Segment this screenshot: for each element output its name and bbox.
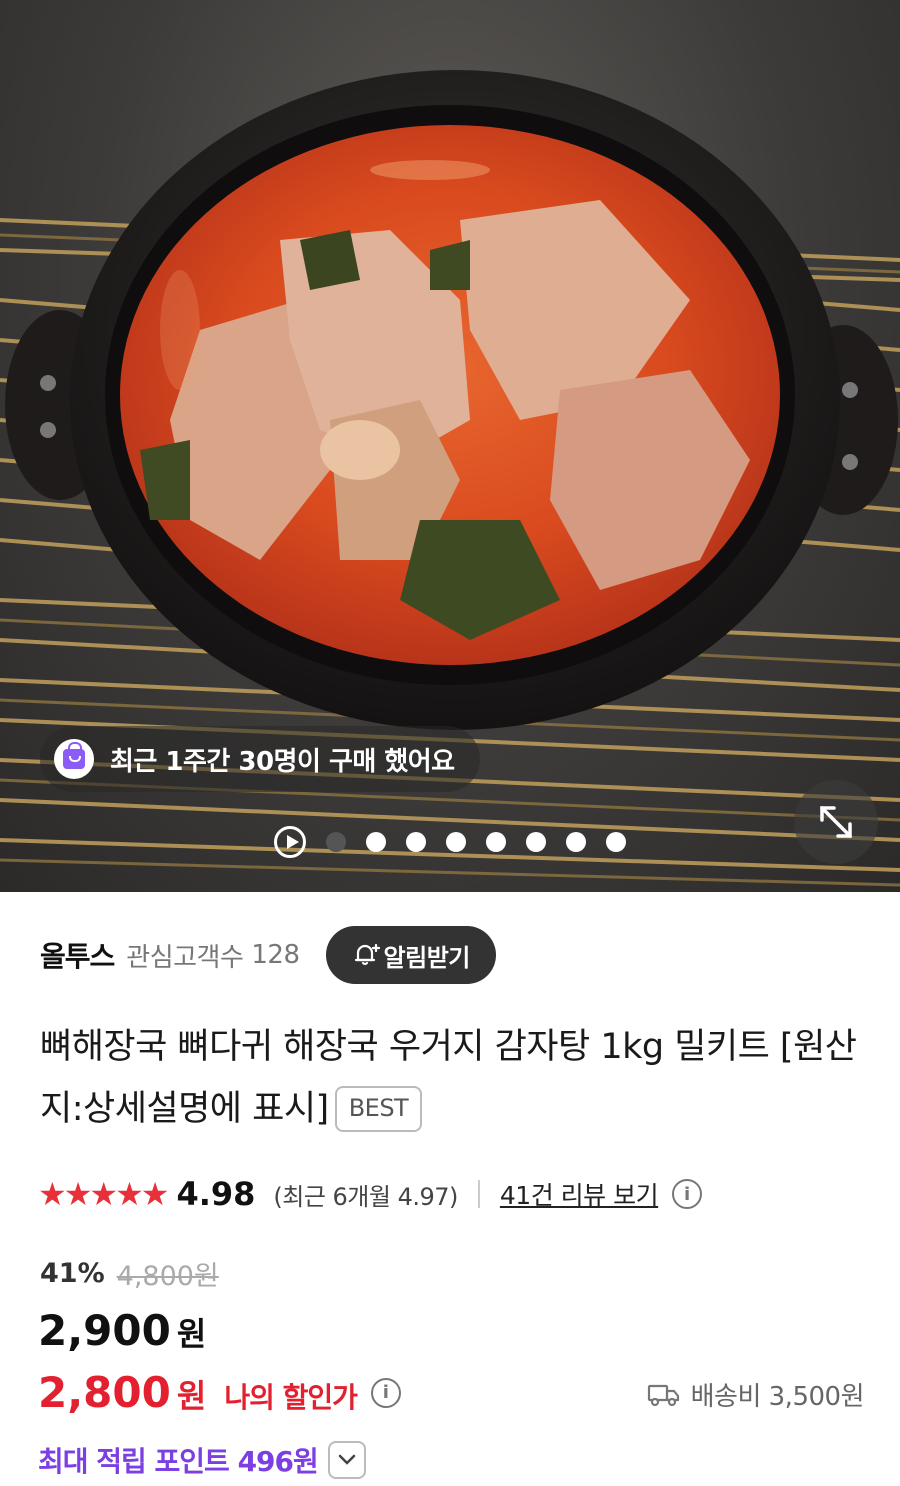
discount-row: 41% 4,800원	[40, 1254, 219, 1293]
divider	[477, 1180, 480, 1208]
rating-score: 4.98	[176, 1175, 256, 1213]
recent-rating: (최근 6개월 4.97)	[273, 1182, 458, 1211]
carousel-dot[interactable]	[566, 832, 586, 852]
sale-price-unit: 원	[176, 1315, 207, 1353]
truck-icon	[647, 1384, 679, 1406]
seller-name[interactable]: 올투스	[40, 935, 115, 975]
info-icon[interactable]: i	[672, 1179, 703, 1209]
followers-count: 128	[251, 940, 300, 970]
carousel-dot[interactable]	[406, 832, 426, 852]
expand-icon	[820, 806, 852, 838]
my-discount-price: 2,800	[38, 1368, 171, 1417]
product-title-text: 뼈해장국 뼈다귀 해장국 우거지 감자탕 1kg 밀키트 [원산지:상세설명에 …	[40, 1027, 857, 1129]
my-discount-price-unit: 원	[176, 1377, 207, 1415]
price-row: 2,900 원	[38, 1306, 206, 1355]
max-points: 최대 적립 포인트 496원	[38, 1445, 319, 1478]
points-row[interactable]: 최대 적립 포인트 496원	[38, 1440, 366, 1480]
carousel-dot[interactable]	[446, 832, 466, 852]
review-link[interactable]: 41건 리뷰 보기	[500, 1176, 659, 1212]
notify-button[interactable]: 알림받기	[325, 926, 496, 984]
notify-label: 알림받기	[383, 943, 471, 972]
recent-purchase-badge: 최근 1주간 30명이 구매 했어요	[40, 726, 480, 792]
info-icon[interactable]: i	[370, 1377, 401, 1408]
shopping-bag-icon	[54, 739, 94, 779]
carousel-dot[interactable]	[326, 832, 346, 852]
followers-label: 관심고객수	[126, 942, 244, 973]
best-badge: BEST	[334, 1086, 423, 1132]
shipping-fee: 배송비 3,500원	[647, 1376, 865, 1413]
sale-price: 2,900	[38, 1306, 171, 1355]
product-image-carousel[interactable]: 최근 1주간 30명이 구매 했어요	[0, 0, 900, 892]
my-discount-label: 나의 할인가	[224, 1381, 358, 1414]
bell-plus-icon	[354, 943, 380, 966]
product-title: 뼈해장국 뼈다귀 해장국 우거지 감자탕 1kg 밀키트 [원산지:상세설명에 …	[40, 1016, 870, 1140]
play-icon[interactable]	[274, 826, 306, 858]
expand-points-button[interactable]	[327, 1441, 366, 1479]
discount-rate: 41%	[40, 1258, 105, 1289]
recent-purchase-text: 최근 1주간 30명이 구매 했어요	[110, 746, 455, 777]
original-price: 4,800원	[116, 1261, 219, 1292]
carousel-dot[interactable]	[486, 832, 506, 852]
carousel-dot[interactable]	[606, 832, 626, 852]
carousel-indicators	[274, 826, 626, 858]
expand-image-button[interactable]	[794, 780, 878, 864]
carousel-dot[interactable]	[526, 832, 546, 852]
rating-stars: ★★★★★	[38, 1175, 169, 1213]
chevron-down-icon	[338, 1454, 356, 1465]
shipping-fee-text: 배송비 3,500원	[690, 1382, 865, 1412]
rating-row: ★★★★★ 4.98 (최근 6개월 4.97) 41건 리뷰 보기 i	[38, 1172, 703, 1216]
carousel-dot[interactable]	[366, 832, 386, 852]
my-price-row: 2,800 원 나의 할인가 i	[38, 1368, 401, 1417]
seller-row: 올투스 관심고객수 128 알림받기	[40, 926, 496, 984]
